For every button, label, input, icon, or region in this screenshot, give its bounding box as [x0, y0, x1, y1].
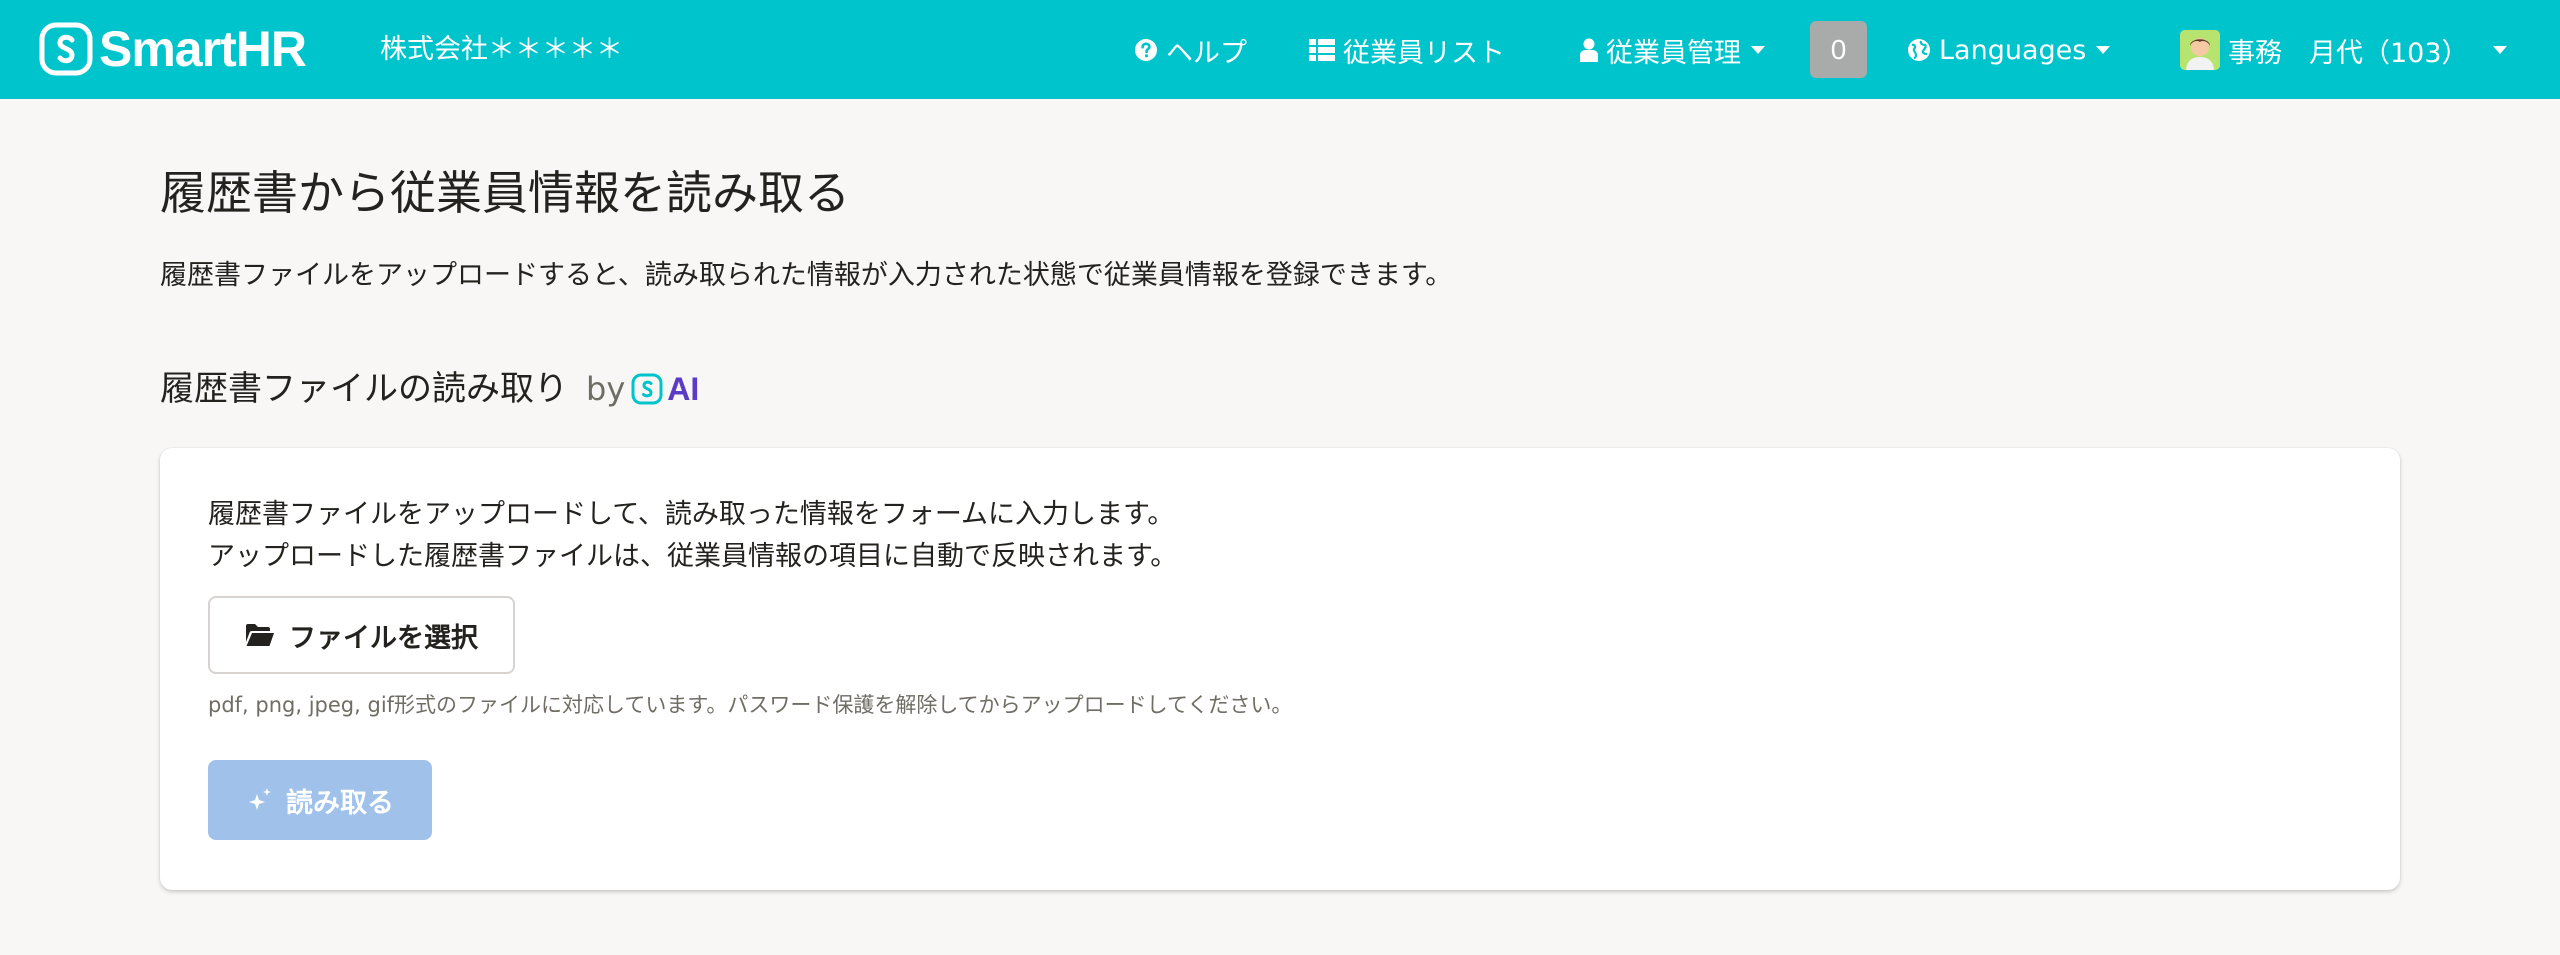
folder-open-icon — [246, 624, 274, 646]
resume-upload-card: 履歴書ファイルをアップロードして、読み取った情報をフォームに入力します。 アップ… — [160, 448, 2400, 890]
page-description: 履歴書ファイルをアップロードすると、読み取られた情報が入力された状態で従業員情報… — [160, 260, 1453, 291]
question-circle-icon — [1135, 39, 1157, 61]
chevron-down-icon — [1751, 46, 1765, 54]
section-ai-label: AI — [667, 371, 700, 407]
nav-employee-list[interactable]: 従業員リスト — [1309, 24, 1505, 76]
section-title: 履歴書ファイルの読み取り — [160, 369, 568, 409]
section-heading: 履歴書ファイルの読み取り by AI — [160, 364, 699, 414]
select-file-button-label: ファイルを選択 — [289, 622, 478, 654]
avatar — [2180, 30, 2220, 70]
nav-help[interactable]: ヘルプ — [1134, 24, 1247, 76]
list-icon — [1309, 39, 1335, 61]
chevron-down-icon — [2492, 46, 2507, 54]
nav-languages-label: Languages — [1939, 34, 2087, 66]
brand-name: SmartHR — [99, 21, 307, 77]
globe-icon — [1908, 39, 1930, 61]
nav-employee-manage-dropdown[interactable]: 従業員管理 — [1580, 24, 1765, 76]
notification-badge[interactable]: 0 — [1810, 21, 1867, 78]
nav-employee-list-label: 従業員リスト — [1343, 37, 1505, 69]
section-by-label: by — [586, 370, 626, 408]
chevron-down-icon — [2096, 46, 2111, 54]
nav-employee-manage-label: 従業員管理 — [1606, 37, 1741, 69]
nav-user-menu[interactable]: 事務 月代（103） — [2180, 24, 2507, 76]
smarthr-ai-icon — [631, 373, 663, 405]
sparkle-icon — [249, 788, 271, 810]
nav-user-label: 事務 月代（103） — [2228, 37, 2469, 69]
user-icon — [1580, 38, 1598, 62]
company-name: 株式会社＊＊＊＊＊ — [380, 34, 623, 65]
top-navbar: SmartHR 株式会社＊＊＊＊＊ ヘルプ 従業員リスト 従業員管理 0 Lan… — [0, 0, 2560, 99]
card-instruction-1: 履歴書ファイルをアップロードして、読み取った情報をフォームに入力します。 — [208, 499, 1175, 530]
file-format-hint: pdf, png, jpeg, gif形式のファイルに対応しています。パスワード… — [208, 693, 1293, 717]
nav-languages-dropdown[interactable]: Languages — [1907, 24, 2111, 76]
read-button-label: 読み取る — [286, 787, 394, 819]
nav-help-label: ヘルプ — [1166, 37, 1247, 69]
smarthr-logo[interactable]: SmartHR — [39, 21, 307, 77]
smarthr-logo-icon — [39, 22, 93, 76]
card-instruction-2: アップロードした履歴書ファイルは、従業員情報の項目に自動で反映されます。 — [208, 541, 1178, 572]
read-button[interactable]: 読み取る — [208, 760, 432, 840]
select-file-button[interactable]: ファイルを選択 — [208, 596, 515, 674]
page-title: 履歴書から従業員情報を読み取る — [160, 166, 850, 220]
